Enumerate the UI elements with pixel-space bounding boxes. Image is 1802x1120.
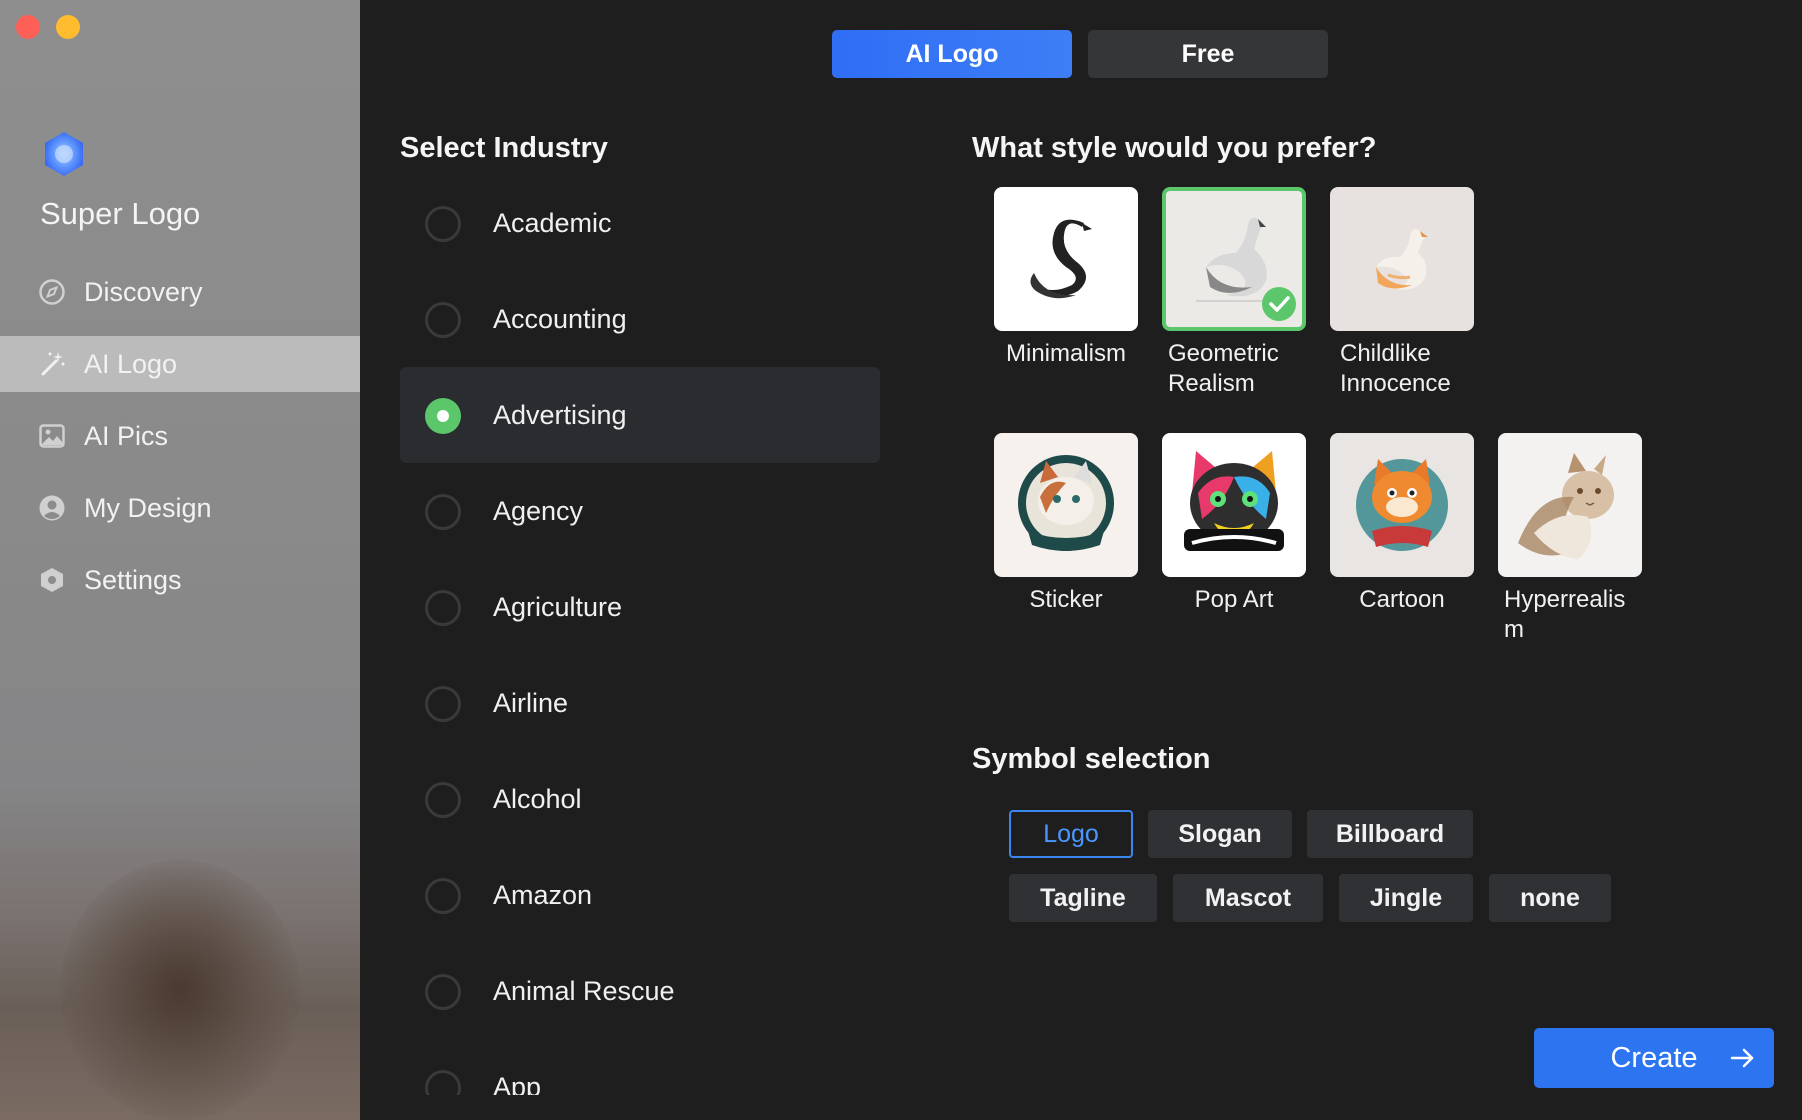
swan-childlike-image [1376, 229, 1428, 290]
style-thumbnail[interactable] [1162, 433, 1306, 577]
symbol-option-slogan[interactable]: Slogan [1148, 810, 1292, 858]
symbol-option-logo[interactable]: Logo [1009, 810, 1133, 858]
hexagon-gear-icon [41, 568, 63, 592]
industry-label: Advertising [493, 400, 627, 430]
sidebar-item-label: AI Logo [84, 348, 178, 379]
swan-minimal-image [1030, 219, 1092, 299]
style-label: Hyperrealis m [1504, 586, 1626, 643]
tab-free[interactable]: Free [1088, 30, 1328, 78]
industry-item-amazon[interactable]: Amazon [400, 847, 880, 943]
industry-label: Accounting [493, 304, 627, 334]
sidebar-item-label: Discovery [84, 276, 203, 307]
radio-button[interactable] [425, 494, 461, 530]
symbol-option-tagline[interactable]: Tagline [1009, 874, 1157, 922]
industry-item-advertising[interactable]: Advertising [400, 367, 880, 463]
tab-ai-logo[interactable]: AI Logo [832, 30, 1072, 78]
style-thumbnail[interactable] [1498, 433, 1642, 577]
create-button[interactable]: Create [1534, 1028, 1774, 1088]
sidebar-item-my-design[interactable]: My Design [0, 480, 360, 536]
industry-label: Animal Rescue [493, 976, 675, 1006]
industry-item-animal-rescue[interactable]: Animal Rescue [400, 943, 880, 1039]
cat-hyperreal-image [1518, 453, 1614, 559]
sidebar-item-label: Settings [84, 564, 182, 595]
sidebar-item-label: AI Pics [84, 420, 169, 451]
industry-section-title: Select Industry [400, 132, 608, 164]
sidebar-item-label: My Design [84, 492, 212, 523]
style-label: Minimalism [1006, 340, 1126, 367]
image-icon [39, 424, 65, 448]
industry-label: Airline [493, 688, 569, 718]
main-panel: AI Logo Free Select Industry Academic Ac… [360, 0, 1802, 1120]
style-thumbnail-selected[interactable] [1162, 187, 1306, 331]
industry-label: Academic [493, 208, 612, 238]
industry-label: Alcohol [493, 784, 582, 814]
symbol-section-title: Symbol selection [972, 743, 1211, 775]
radio-button[interactable] [425, 302, 461, 338]
sidebar-item-discovery[interactable]: Discovery [0, 264, 360, 320]
symbol-option-none[interactable]: none [1489, 874, 1611, 922]
style-label: Geometric Realism [1168, 340, 1279, 397]
sidebar-item-ai-logo[interactable]: AI Logo [0, 336, 360, 392]
cat-popart-image [1184, 451, 1284, 551]
arrow-right-icon [1730, 1048, 1754, 1068]
style-thumbnail[interactable] [994, 187, 1138, 331]
radio-button-checked[interactable] [425, 398, 461, 434]
industry-item-airline[interactable]: Airline [400, 655, 880, 751]
style-label: Pop Art [1194, 586, 1274, 613]
check-circle-icon [1262, 287, 1296, 321]
symbol-option-billboard[interactable]: Billboard [1307, 810, 1473, 858]
symbol-option-jingle[interactable]: Jingle [1339, 874, 1473, 922]
style-thumbnail[interactable] [994, 433, 1138, 577]
style-thumbnail[interactable] [1330, 433, 1474, 577]
style-label: Sticker [1029, 586, 1103, 613]
industry-item-agriculture[interactable]: Agriculture [400, 559, 880, 655]
industry-label: Agriculture [493, 592, 623, 622]
app-window: Super Logo Discovery AI Logo AI Pics My … [0, 0, 1802, 1120]
sidebar-background-blur [60, 860, 300, 1120]
app-name: Super Logo [40, 196, 201, 231]
radio-button[interactable] [425, 590, 461, 626]
industry-label: App [493, 1072, 542, 1095]
radio-button[interactable] [425, 686, 461, 722]
sidebar: Super Logo Discovery AI Logo AI Pics My … [0, 0, 360, 1120]
symbol-option-mascot[interactable]: Mascot [1173, 874, 1323, 922]
industry-label: Amazon [493, 880, 593, 910]
industry-list[interactable]: Academic Accounting Advertising Agency A… [400, 175, 880, 1095]
radio-button[interactable] [425, 1070, 461, 1095]
industry-item-accounting[interactable]: Accounting [400, 271, 880, 367]
style-section-title: What style would you prefer? [972, 132, 1377, 164]
compass-icon [39, 279, 65, 305]
radio-button[interactable] [425, 974, 461, 1010]
magic-wand-icon [41, 352, 65, 376]
cat-cartoon-image [1356, 459, 1448, 551]
radio-button[interactable] [425, 206, 461, 242]
industry-item-agency[interactable]: Agency [400, 463, 880, 559]
sidebar-item-settings[interactable]: Settings [0, 552, 360, 608]
hexagon-app-icon [45, 132, 83, 176]
sidebar-item-ai-pics[interactable]: AI Pics [0, 408, 360, 464]
radio-button[interactable] [425, 782, 461, 818]
window-minimize-button[interactable] [56, 15, 80, 39]
style-thumbnail[interactable] [1330, 187, 1474, 331]
industry-label: Agency [493, 496, 584, 526]
cat-sticker-image [1018, 455, 1114, 551]
industry-item-app[interactable]: App [400, 1039, 880, 1095]
industry-item-alcohol[interactable]: Alcohol [400, 751, 880, 847]
user-circle-icon [39, 495, 65, 521]
style-label: Childlike Innocence [1340, 340, 1451, 397]
style-label: Cartoon [1359, 586, 1445, 613]
radio-button[interactable] [425, 878, 461, 914]
window-close-button[interactable] [16, 15, 40, 39]
industry-item-academic[interactable]: Academic [400, 175, 880, 271]
